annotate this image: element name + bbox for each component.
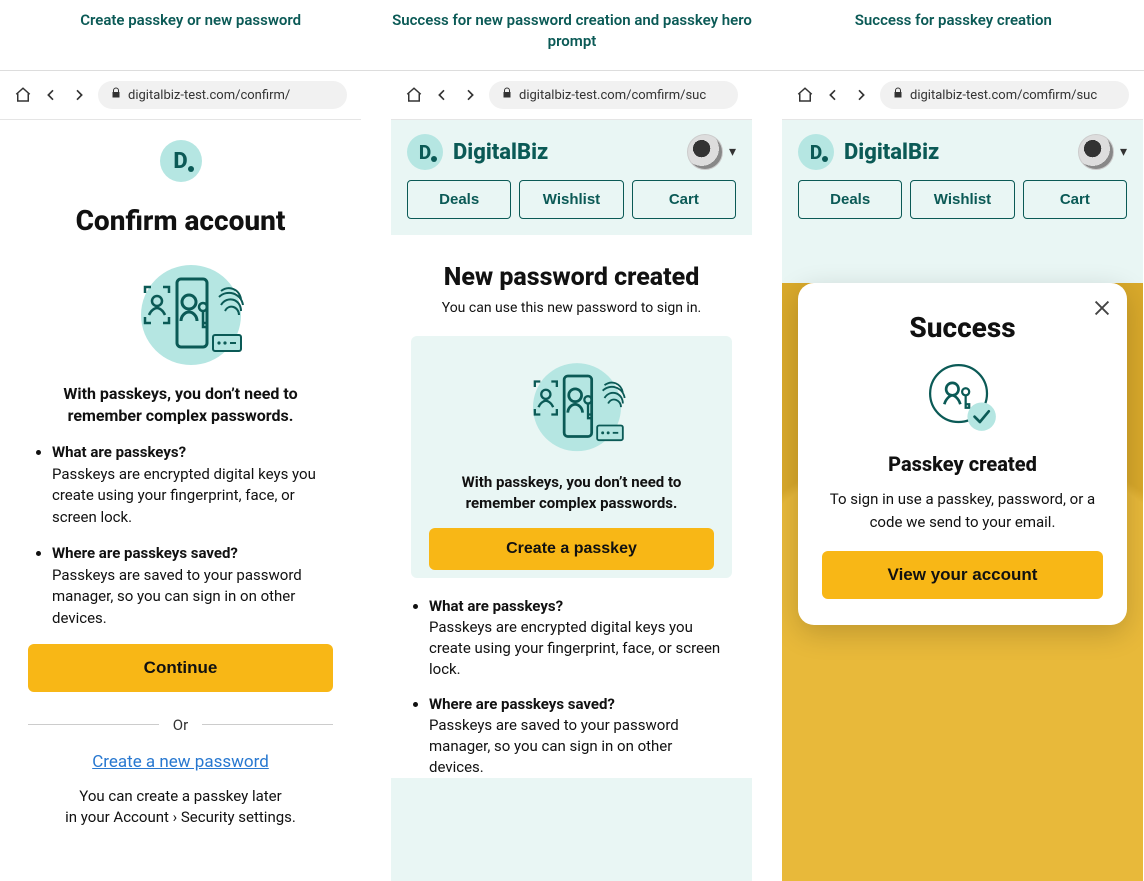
- account-menu[interactable]: ▾: [687, 134, 736, 170]
- panel-passkey-success: digitalbiz-test.com/comfirm/suc D Digita…: [782, 71, 1143, 881]
- hint-line-2: in your Account › Security settings.: [65, 808, 296, 826]
- tab-wishlist[interactable]: Wishlist: [519, 180, 623, 219]
- brand-letter: D: [810, 141, 822, 164]
- modal-subtitle: Passkey created: [822, 452, 1103, 476]
- captions-row: Create passkey or new password Success f…: [0, 0, 1144, 70]
- app-background: D DigitalBiz ▾ Deals Wishlist Cart New p…: [391, 120, 752, 881]
- bullet-what: What are passkeys? Passkeys are encrypte…: [52, 442, 333, 529]
- lead-text: With passkeys, you don’t need to remembe…: [28, 383, 333, 428]
- avatar: [687, 134, 723, 170]
- app-background: D DigitalBiz ▾ Deals Wishlist Cart: [782, 120, 1143, 881]
- brand-logo: D: [798, 134, 834, 170]
- url-bar[interactable]: digitalbiz-test.com/comfirm/suc: [880, 81, 1129, 109]
- passkey-hero-icon: [121, 257, 241, 367]
- page-subtitle: You can use this new password to sign in…: [411, 300, 732, 316]
- chevron-down-icon: ▾: [729, 144, 736, 160]
- password-created-body: New password created You can use this ne…: [391, 235, 752, 778]
- tabs-row: Deals Wishlist Cart: [782, 180, 1143, 235]
- forward-icon[interactable]: [852, 86, 870, 104]
- bullet-what: What are passkeys? Passkeys are encrypte…: [429, 596, 726, 680]
- brand-dot-icon: [431, 156, 437, 162]
- confirm-content: D Confirm account: [0, 120, 361, 828]
- brand-dot-icon: [822, 156, 828, 162]
- bullet-where-q: Where are passkeys saved?: [52, 543, 333, 565]
- tab-wishlist[interactable]: Wishlist: [910, 180, 1014, 219]
- hint-text: You can create a passkey later in your A…: [28, 786, 333, 828]
- bullet-where-q: Where are passkeys saved?: [429, 694, 726, 715]
- brand-name: DigitalBiz: [844, 140, 939, 165]
- bullet-what-q: What are passkeys?: [429, 596, 726, 617]
- url-text: digitalbiz-test.com/confirm/: [128, 88, 290, 103]
- browser-bar: digitalbiz-test.com/comfirm/suc: [782, 71, 1143, 120]
- passkey-hero-icon: [512, 354, 632, 464]
- app-header: D DigitalBiz ▾: [391, 120, 752, 180]
- brand-dot-icon: [188, 166, 194, 172]
- back-icon[interactable]: [433, 86, 451, 104]
- create-passkey-button[interactable]: Create a passkey: [429, 528, 714, 570]
- success-modal: Success Passkey created To sign in use a…: [798, 283, 1127, 625]
- continue-button[interactable]: Continue: [28, 644, 333, 692]
- caption-2: Success for new password creation and pa…: [381, 10, 762, 52]
- browser-bar: digitalbiz-test.com/confirm/: [0, 71, 361, 120]
- brand-letter: D: [173, 149, 187, 174]
- page-title: Confirm account: [28, 204, 333, 237]
- url-text: digitalbiz-test.com/comfirm/suc: [910, 88, 1097, 103]
- brand-name: DigitalBiz: [453, 140, 548, 165]
- bullet-where-a: Passkeys are saved to your password mana…: [429, 716, 679, 776]
- url-bar[interactable]: digitalbiz-test.com/confirm/: [98, 81, 347, 109]
- or-label: Or: [173, 716, 188, 734]
- promo-lead: With passkeys, you don’t need to remembe…: [429, 472, 714, 514]
- forward-icon[interactable]: [70, 86, 88, 104]
- create-password-link[interactable]: Create a new password: [92, 752, 269, 772]
- lock-icon: [501, 87, 513, 103]
- url-bar[interactable]: digitalbiz-test.com/comfirm/suc: [489, 81, 738, 109]
- account-menu[interactable]: ▾: [1078, 134, 1127, 170]
- page-title: New password created: [411, 263, 732, 292]
- passkey-promo-card: With passkeys, you don’t need to remembe…: [411, 336, 732, 578]
- back-icon[interactable]: [42, 86, 60, 104]
- tab-deals[interactable]: Deals: [407, 180, 511, 219]
- hint-line-1: You can create a passkey later: [79, 787, 281, 805]
- panels-row: digitalbiz-test.com/confirm/ D Confirm a…: [0, 70, 1144, 881]
- divider-line: [28, 724, 159, 725]
- view-account-button[interactable]: View your account: [822, 551, 1103, 599]
- tabs-row: Deals Wishlist Cart: [391, 180, 752, 235]
- or-divider: Or: [28, 716, 333, 734]
- tab-deals[interactable]: Deals: [798, 180, 902, 219]
- url-text: digitalbiz-test.com/comfirm/suc: [519, 88, 706, 103]
- brand-logo: D: [160, 140, 202, 182]
- bullet-what-a: Passkeys are encrypted digital keys you …: [429, 618, 720, 678]
- panel-password-created: digitalbiz-test.com/comfirm/suc D Digita…: [391, 71, 752, 881]
- forward-icon[interactable]: [461, 86, 479, 104]
- brand-logo: D: [407, 134, 443, 170]
- chevron-down-icon: ▾: [1120, 144, 1127, 160]
- bullet-list: What are passkeys? Passkeys are encrypte…: [411, 596, 732, 778]
- home-icon[interactable]: [14, 86, 32, 104]
- caption-3: Success for passkey creation: [763, 10, 1144, 52]
- lock-icon: [110, 87, 122, 103]
- caption-1: Create passkey or new password: [0, 10, 381, 52]
- modal-title: Success: [822, 311, 1103, 344]
- bullet-where: Where are passkeys saved? Passkeys are s…: [429, 694, 726, 778]
- back-icon[interactable]: [824, 86, 842, 104]
- app-header: D DigitalBiz ▾: [782, 120, 1143, 180]
- home-icon[interactable]: [796, 86, 814, 104]
- bullet-where: Where are passkeys saved? Passkeys are s…: [52, 543, 333, 630]
- close-icon[interactable]: [1091, 297, 1113, 319]
- passkey-success-icon: [923, 358, 1003, 438]
- divider-line: [202, 724, 333, 725]
- bullet-what-a: Passkeys are encrypted digital keys you …: [52, 465, 316, 527]
- panel-confirm-account: digitalbiz-test.com/confirm/ D Confirm a…: [0, 71, 361, 881]
- avatar: [1078, 134, 1114, 170]
- tab-cart[interactable]: Cart: [632, 180, 736, 219]
- modal-description: To sign in use a passkey, password, or a…: [822, 488, 1103, 533]
- bullet-where-a: Passkeys are saved to your password mana…: [52, 566, 302, 628]
- brand-letter: D: [419, 141, 431, 164]
- lock-icon: [892, 87, 904, 103]
- bullet-list: What are passkeys? Passkeys are encrypte…: [28, 442, 333, 630]
- browser-bar: digitalbiz-test.com/comfirm/suc: [391, 71, 752, 120]
- tab-cart[interactable]: Cart: [1023, 180, 1127, 219]
- home-icon[interactable]: [405, 86, 423, 104]
- bullet-what-q: What are passkeys?: [52, 442, 333, 464]
